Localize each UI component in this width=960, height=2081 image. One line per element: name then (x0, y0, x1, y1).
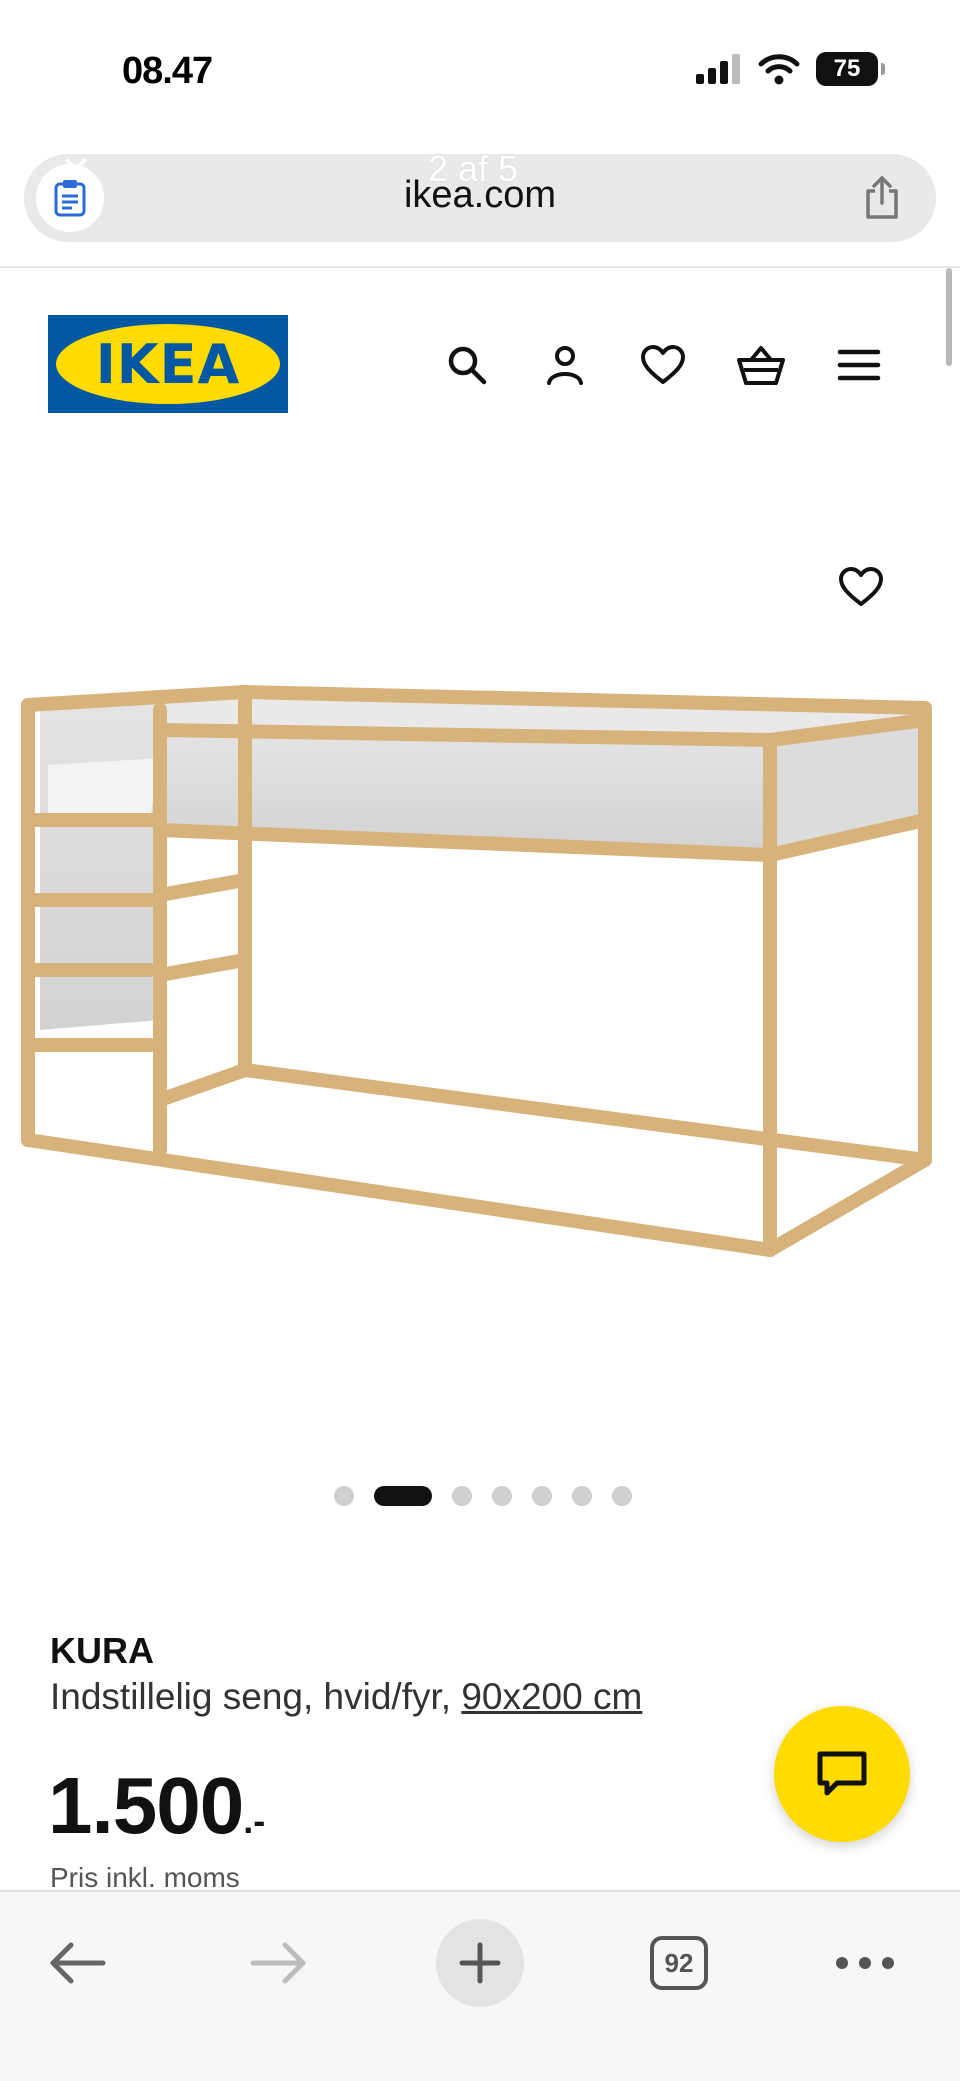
heart-icon (641, 345, 685, 384)
basket-button[interactable] (730, 334, 792, 396)
carousel-dot[interactable] (532, 1486, 552, 1506)
favorites-button[interactable] (632, 334, 694, 396)
cellular-signal-icon (696, 54, 740, 84)
logo-text: IKEA (95, 332, 241, 396)
product-description: Indstillelig seng, hvid/fyr, 90x200 cm (50, 1676, 642, 1718)
tabs-button[interactable]: 92 (634, 1918, 724, 2008)
image-carousel-dots (334, 1486, 632, 1506)
wifi-icon (758, 54, 800, 85)
more-button[interactable] (820, 1918, 910, 2008)
back-arrow-icon (50, 1942, 106, 1984)
carousel-dot[interactable] (334, 1486, 354, 1506)
battery-level: 75 (833, 55, 861, 82)
logo-oval: IKEA (56, 324, 280, 404)
product-price: 1.500 .- (48, 1760, 265, 1852)
more-dots-icon (836, 1957, 894, 1969)
forward-arrow-icon (250, 1942, 306, 1984)
back-button[interactable] (32, 1918, 122, 2008)
close-icon[interactable]: ✕ (60, 148, 92, 193)
product-description-text: Indstillelig seng, hvid/fyr, (50, 1676, 462, 1717)
scrollbar[interactable] (946, 268, 952, 366)
battery-indicator: 75 (816, 52, 885, 86)
product-image[interactable] (0, 660, 960, 1280)
ikea-logo[interactable]: IKEA (48, 315, 288, 413)
share-button[interactable] (858, 174, 906, 222)
carousel-dot[interactable] (492, 1486, 512, 1506)
account-icon (547, 346, 583, 385)
search-button[interactable] (436, 334, 498, 396)
heart-icon (839, 567, 883, 606)
status-icons: 75 (696, 52, 885, 86)
share-icon (866, 176, 898, 219)
account-button[interactable] (534, 334, 596, 396)
tabs-count: 92 (650, 1936, 708, 1990)
product-size-link[interactable]: 90x200 cm (461, 1676, 642, 1717)
status-bar: 08.47 75 (0, 0, 960, 140)
search-icon (448, 346, 487, 385)
price-value: 1.500 (48, 1761, 244, 1850)
new-tab-button[interactable] (435, 1918, 525, 2008)
forward-button[interactable] (234, 1918, 324, 2008)
browser-toolbar: 92 (0, 1890, 960, 2081)
chat-icon (817, 1751, 867, 1796)
header-nav (436, 334, 890, 396)
status-time: 08.47 (122, 50, 213, 92)
carousel-dot[interactable] (612, 1486, 632, 1506)
plus-icon (459, 1942, 501, 1984)
menu-button[interactable] (828, 334, 890, 396)
divider (0, 266, 960, 268)
carousel-dot[interactable] (452, 1486, 472, 1506)
chat-button[interactable] (774, 1706, 910, 1842)
new-tab-circle (436, 1919, 524, 2007)
price-suffix: .- (243, 1800, 266, 1841)
add-to-favorites-button[interactable] (830, 556, 892, 618)
menu-icon (837, 349, 881, 381)
product-name: KURA (50, 1630, 154, 1671)
page-counter: 2 af 5 (428, 148, 519, 189)
carousel-dot[interactable] (572, 1486, 592, 1506)
carousel-dot-active[interactable] (374, 1486, 432, 1506)
basket-icon (737, 346, 785, 385)
